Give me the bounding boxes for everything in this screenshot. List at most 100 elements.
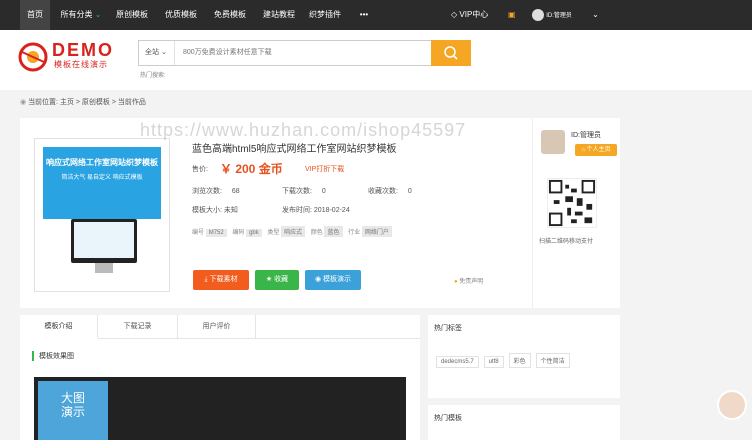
demo-button[interactable]: ◉ 模板演示 [305,270,361,290]
favorite-button[interactable]: ★ 收藏 [255,270,299,290]
top-nav-bar: 首页 所有分类 ⌄ 原创模板 优质模板 免费模板 建站教程 织梦插件 ••• ◇… [0,0,752,30]
date-value: 2018-02-24 [313,207,350,214]
views-stat: 浏览次数: 68 [192,186,240,196]
preview-image[interactable]: 大图 演示 [34,377,406,440]
hot-tag-item[interactable]: 彩色 [508,353,531,368]
size-value: 未知 [223,207,238,214]
user-id-label: ID:管理员 [546,13,572,19]
breadcrumb: ◉ 当前位置: 主页 > 原创模板 > 当前作品 [20,97,146,107]
download-button[interactable]: ⤓ 下载素材 [193,270,249,290]
product-card: 响应式网络工作室网站织梦模板 简洁大气 易自定义 响应式模板 蓝色高端html5… [20,118,620,308]
nav-all-categories-label: 所有分类 [60,10,93,19]
thumbnail-banner: 响应式网络工作室网站织梦模板 简洁大气 易自定义 响应式模板 [43,147,161,219]
favorites-label: 收藏次数: [368,188,398,195]
nav-quality[interactable]: 优质模板 [163,0,199,30]
search-scope-select[interactable]: 全站 ⌄ [139,41,175,65]
product-tags: 编号 M752 编码 gbk 类型 响应式 颜色 蓝色 行业 网络门户 [192,226,396,237]
tab-user-reviews[interactable]: 用户评价 [178,315,256,339]
nav-home[interactable]: 首页 [20,0,50,30]
downloads-stat: 下载次数: 0 [282,186,326,196]
logo-text[interactable]: DEMO [52,40,114,61]
price-label: 售价: [192,166,208,173]
download-button-label: 下载素材 [209,276,238,283]
preview-badge-line1: 大图 [60,391,85,405]
chevron-down-icon: ⌄ [94,10,102,19]
message-icon[interactable]: ▣ [508,0,516,30]
tab-download-records[interactable]: 下载记录 [98,315,178,339]
demo-button-label: 模板演示 [323,276,352,283]
hot-tags-title: 热门标签 [434,325,462,332]
hot-templates-title: 热门模板 [434,415,462,422]
hot-tags-list: dedecms5.7 utf8 彩色 个性简洁 [436,353,573,368]
breadcrumb-text[interactable]: 当前位置: 主页 > 原创模板 > 当前作品 [28,99,146,106]
vip-discount-link[interactable]: VIP打折下载 [305,164,344,174]
date-label: 发布时间: [282,207,312,214]
homepage-button[interactable]: ⌂ 个人主页 [575,144,617,156]
downloads-value: 0 [321,188,326,195]
nav-plugins[interactable]: 织梦插件 [307,0,343,30]
tag-key: 行业 [348,230,361,236]
download-icon: ⤓ [204,276,208,283]
tag-chip[interactable]: 蓝色 [324,226,343,237]
customer-service-avatar[interactable] [717,390,747,420]
thumbnail-title: 响应式网络工作室网站织梦模板 [46,158,158,167]
hot-tags-panel: 热门标签 dedecms5.7 utf8 彩色 个性简洁 [428,315,620,398]
qr-code [547,178,597,228]
nav-more[interactable]: ••• [355,0,373,30]
nav-all-categories[interactable]: 所有分类 ⌄ [58,0,104,30]
hot-templates-panel: 热门模板 [428,405,620,440]
search-button[interactable] [431,40,471,66]
tag-key: 类型 [267,230,280,236]
logo-subtitle: 模板在线演示 [54,60,108,69]
vip-center-label: VIP中心 [459,10,489,19]
vip-center-link[interactable]: ◇ VIP中心 [451,0,488,30]
home-icon: ⌂ [581,147,585,153]
chevron-down-icon: ⌄ [160,49,167,56]
chevron-down-icon: ⌄ [592,10,599,19]
lightbulb-icon: ● [454,279,458,285]
search-bar: 全站 ⌄ [138,40,471,66]
monitor-screen [74,222,134,258]
favorites-value: 0 [407,188,412,195]
hot-tag-item[interactable]: utf8 [483,356,504,368]
product-thumbnail[interactable]: 响应式网络工作室网站织梦模板 简洁大气 易自定义 响应式模板 [34,138,170,292]
hot-tag-item[interactable]: 个性简洁 [535,353,570,368]
user-menu[interactable]: ID:管理员 ⌄ [532,0,599,30]
views-label: 浏览次数: [192,188,222,195]
tag-chip[interactable]: 响应式 [281,226,306,237]
tab-spacer [256,315,420,339]
qr-caption: 扫描二维码移动支付 [539,239,594,245]
homepage-button-label: 个人主页 [586,147,611,153]
thumbnail-subtitle: 简洁大气 易自定义 响应式模板 [61,175,143,181]
favorite-button-label: 收藏 [274,276,289,283]
author-panel: ID:管理员 ⌂ 个人主页 扫描二维码移动支付 [532,118,620,308]
tag-key: 颜色 [310,230,323,236]
diamond-icon: ◇ [451,10,458,19]
preview-badge: 大图 演示 [38,381,108,440]
tag-chip[interactable]: M752 [205,229,227,237]
tag-chip[interactable]: 网络门户 [361,226,392,237]
tag-chip[interactable]: gbk [246,229,262,237]
preview-badge-line2: 演示 [60,405,85,419]
nav-tutorials[interactable]: 建站教程 [261,0,297,30]
hot-tag-item[interactable]: dedecms5.7 [436,356,479,368]
hot-search-label: 热门搜索: [140,73,166,79]
size-label: 模板大小: [192,207,222,214]
size-stat: 模板大小: 未知 [192,205,238,215]
tab-introduction[interactable]: 模板介绍 [20,315,98,339]
eye-icon: ◉ [314,276,322,283]
watermark-text: https://www.huzhan.com/ishop45597 [140,120,467,140]
date-stat: 发布时间: 2018-02-24 [282,205,350,215]
product-title: 蓝色高端html5响应式网络工作室网站织梦模板 [192,144,397,155]
author-avatar[interactable] [541,130,565,154]
disclaimer-link[interactable]: ● 免责声明 [454,276,483,285]
search-input[interactable] [177,41,429,65]
downloads-label: 下载次数: [282,188,312,195]
author-name[interactable]: ID:管理员 [571,130,601,140]
logo-icon[interactable] [18,42,48,72]
nav-original[interactable]: 原创模板 [114,0,150,30]
tag-key: 编号 [192,230,205,236]
nav-free[interactable]: 免费模板 [212,0,248,30]
favorites-stat: 收藏次数: 0 [368,186,412,196]
detail-tabs-panel: 模板介绍 下载记录 用户评价 模板效果图 大图 演示 [20,315,420,440]
